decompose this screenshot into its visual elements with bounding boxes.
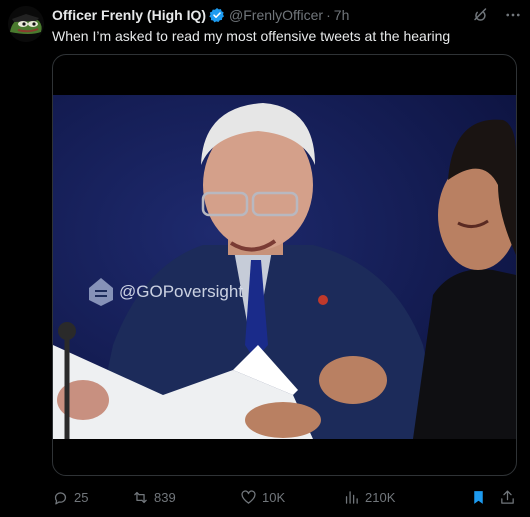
views-count: 210K <box>365 489 396 505</box>
reply-icon <box>54 491 67 505</box>
retweet-count: 839 <box>154 489 176 505</box>
timestamp[interactable]: 7h <box>334 7 350 23</box>
like-icon <box>241 489 256 504</box>
reply-count: 25 <box>74 489 89 505</box>
views-button[interactable]: 210K <box>343 489 443 506</box>
verified-badge-icon <box>209 8 225 23</box>
more-icon[interactable] <box>504 6 522 24</box>
avatar-pepe-icon <box>8 6 44 42</box>
display-name[interactable]: Officer Frenly (High IQ) <box>52 7 206 23</box>
views-icon <box>345 490 358 504</box>
retweet-button[interactable]: 839 <box>132 489 240 506</box>
tweet-text: When I’m asked to read my most offensive… <box>52 28 451 44</box>
video-media[interactable]: @GOPoversight <box>52 54 517 476</box>
tweet-header: Officer Frenly (High IQ) @FrenlyOfficer … <box>52 6 522 24</box>
separator: · <box>326 7 331 23</box>
like-count: 10K <box>262 489 286 505</box>
handle[interactable]: @FrenlyOfficer <box>229 7 323 23</box>
video-frame[interactable]: @GOPoversight <box>53 95 516 439</box>
like-button[interactable]: 10K <box>240 489 343 506</box>
video-watermark: @GOPoversight <box>119 282 243 301</box>
avatar[interactable] <box>8 6 44 42</box>
reply-button[interactable]: 25 <box>52 489 132 506</box>
bookmark-icon[interactable] <box>470 489 487 506</box>
grok-icon[interactable] <box>472 6 490 24</box>
action-bar: 25 839 10K 210K <box>52 486 516 508</box>
share-icon[interactable] <box>499 489 516 506</box>
retweet-icon <box>134 491 147 503</box>
